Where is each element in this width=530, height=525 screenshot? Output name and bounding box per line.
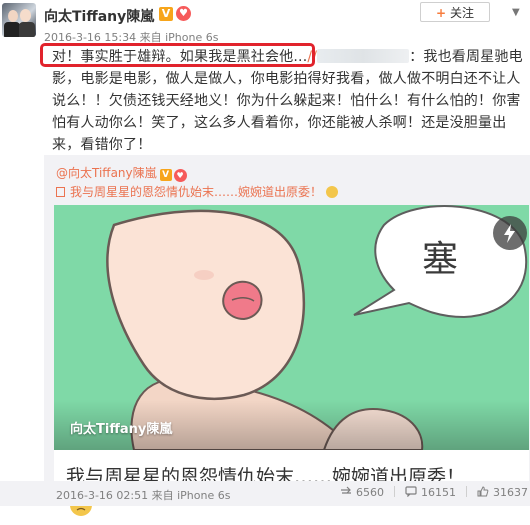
follow-button[interactable]: + 关注 (420, 2, 490, 22)
repost-heart-icon: ♥ (173, 169, 187, 182)
author-name[interactable]: 向太Tiffany陳嵐 (44, 6, 154, 26)
comment-count: 16151 (421, 486, 456, 499)
highlight-annotation-box (40, 43, 315, 67)
article-icon (56, 187, 65, 197)
share-arrow-icon[interactable] (493, 216, 527, 250)
author-avatar[interactable] (2, 3, 36, 37)
repost-button[interactable]: 6560 (340, 486, 384, 499)
member-heart-icon: ♥ (176, 6, 191, 21)
like-count: 31637 (493, 486, 528, 499)
image-caption: 向太Tiffany陳嵐 (70, 422, 173, 437)
thumbs-up-icon (477, 486, 489, 497)
repost-meta: 2016-3-16 02:51 来自 iPhone 6s (56, 489, 231, 502)
verified-badge-icon: V (159, 7, 173, 21)
reposted-weibo: @向太Tiffany陳嵐V♥ 我与周星星的恩怨情仇始末……婉婉道出原委！ 塞 (44, 155, 530, 525)
divider (394, 486, 395, 497)
comment-button[interactable]: 16151 (405, 486, 456, 499)
like-button[interactable]: 31637 (477, 486, 528, 499)
post-footer: 2016-3-16 02:51 来自 iPhone 6s 6560 16151 31… (0, 481, 530, 506)
repost-count: 6560 (356, 486, 384, 499)
cartoon-illustration: 塞 (54, 205, 529, 450)
repost-text[interactable]: 我与周星星的恩怨情仇始末……婉婉道出原委！ (56, 183, 339, 200)
repost-icon (341, 486, 351, 494)
repost-text-content: 我与周星星的恩怨情仇始末……婉婉道出原委！ (70, 185, 323, 199)
speech-bubble-text: 塞 (422, 239, 458, 280)
chevron-down-icon[interactable]: ▼ (512, 7, 520, 18)
sad-face-emoji-icon (326, 186, 339, 198)
divider (466, 486, 467, 497)
blurred-username (317, 49, 410, 63)
action-bar: 6560 16151 31637 (340, 486, 530, 499)
repost-verified-badge-icon: V (159, 169, 172, 181)
plus-icon: + (435, 6, 447, 20)
follow-label: 关注 (450, 6, 475, 20)
comment-icon (405, 486, 417, 497)
article-card-image[interactable]: 塞 向太Tiffany陳嵐 (54, 205, 529, 450)
post-header: 向太Tiffany陳嵐 V ♥ 2016-3-16 15:34 来自 iPhon… (0, 0, 530, 44)
repost-author-name[interactable]: @向太Tiffany陳嵐 (56, 166, 157, 180)
repost-author[interactable]: @向太Tiffany陳嵐 V ♥ (56, 164, 187, 182)
